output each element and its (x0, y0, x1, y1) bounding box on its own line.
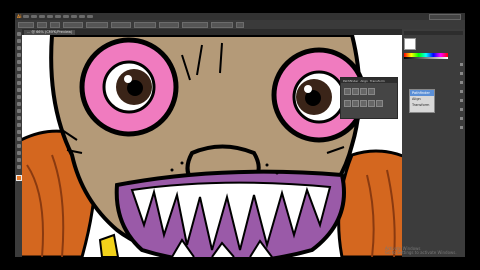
menu-item-file[interactable] (23, 15, 30, 18)
watermark-line-2: Go to Settings to activate Windows. (385, 250, 457, 255)
brushes-icon[interactable] (460, 72, 463, 75)
stroke-weight-dropdown[interactable] (63, 21, 83, 28)
direct-selection-tool-icon[interactable] (16, 39, 21, 43)
exclude-button[interactable] (368, 88, 375, 95)
menu-item-help[interactable] (87, 15, 94, 18)
swatches-icon[interactable] (460, 63, 463, 66)
flyout-item-transform[interactable]: Transform (410, 102, 434, 108)
selection-tool-icon[interactable] (16, 32, 21, 36)
width-tool-icon[interactable] (16, 109, 21, 113)
right-panel-dock (402, 29, 465, 257)
eyedropper-tool-icon[interactable] (16, 137, 21, 141)
trim-button[interactable] (352, 100, 359, 107)
type-tool-icon[interactable] (16, 60, 21, 64)
stroke-icon[interactable] (460, 90, 463, 93)
appearance-icon[interactable] (460, 117, 463, 120)
artwork (22, 35, 402, 257)
panel-tab-align[interactable]: Align (360, 79, 368, 83)
panel-tab-transform[interactable]: Transform (370, 79, 385, 83)
divide-button[interactable] (344, 100, 351, 107)
menu-item-effect[interactable] (63, 15, 70, 18)
menu-item-select[interactable] (55, 15, 62, 18)
rectangle-tool-icon[interactable] (16, 74, 21, 78)
pencil-tool-icon[interactable] (16, 88, 21, 92)
line-tool-icon[interactable] (16, 67, 21, 71)
layers-icon[interactable] (460, 126, 463, 129)
unite-button[interactable] (344, 88, 351, 95)
magic-wand-tool-icon[interactable] (16, 46, 21, 50)
stroke-control[interactable] (50, 21, 60, 28)
zoom-tool-icon[interactable] (16, 165, 21, 169)
yellow-accent (98, 233, 120, 257)
merge-button[interactable] (360, 100, 367, 107)
color-panel-header (404, 31, 463, 35)
menu-bar: Ai (15, 13, 465, 20)
hand-tool-icon[interactable] (16, 158, 21, 162)
menu-item-object[interactable] (39, 15, 46, 18)
crop-button[interactable] (368, 100, 375, 107)
shape-builder-tool-icon[interactable] (16, 123, 21, 127)
pathfinder-panel: Pathfinder Align Transform (340, 77, 398, 119)
variable-width-dropdown[interactable] (86, 21, 108, 28)
grayscale-ramp[interactable] (404, 57, 448, 59)
panel-tab-pathfinder[interactable]: Pathfinder (343, 79, 358, 83)
menu-item-edit[interactable] (31, 15, 38, 18)
tools-panel (15, 29, 22, 257)
style-dropdown[interactable] (159, 21, 179, 28)
fill-control[interactable] (37, 21, 47, 28)
outline-button[interactable] (376, 100, 383, 107)
menu-item-window[interactable] (79, 15, 86, 18)
gradient-icon[interactable] (460, 99, 463, 102)
scale-tool-icon[interactable] (16, 102, 21, 106)
app-logo: Ai (17, 14, 22, 19)
color-fill-box[interactable] (404, 38, 416, 50)
intersect-button[interactable] (360, 88, 367, 95)
arrange-icon[interactable] (236, 21, 244, 28)
illustrator-window: Ai ... @ 66% (CMYK/Preview) Pathfinder A… (15, 13, 465, 257)
activation-watermark: Activate Windows Go to Settings to activ… (385, 247, 457, 255)
opacity-control[interactable] (134, 21, 156, 28)
artboard-tool-icon[interactable] (16, 151, 21, 155)
rotate-tool-icon[interactable] (16, 95, 21, 99)
selection-indicator (18, 21, 34, 28)
menu-item-type[interactable] (47, 15, 54, 18)
paintbrush-tool-icon[interactable] (16, 81, 21, 85)
free-transform-tool-icon[interactable] (16, 116, 21, 120)
panel-flyout-menu: Pathfinder Align Transform (409, 89, 435, 113)
symbols-icon[interactable] (460, 81, 463, 84)
workspace-switcher[interactable] (429, 13, 461, 20)
pathfinder-panel-header: Pathfinder Align Transform (341, 78, 397, 83)
menu-item-view[interactable] (71, 15, 78, 18)
document-setup-button[interactable] (182, 21, 208, 28)
fill-swatch[interactable] (15, 175, 22, 181)
control-bar (15, 20, 465, 29)
artboard-canvas[interactable] (22, 35, 402, 257)
preferences-button[interactable] (211, 21, 233, 28)
gradient-tool-icon[interactable] (16, 130, 21, 134)
pen-tool-icon[interactable] (16, 53, 21, 57)
dock-icon-strip (460, 63, 464, 135)
transparency-icon[interactable] (460, 108, 463, 111)
brush-dropdown[interactable] (111, 21, 131, 28)
minus-front-button[interactable] (352, 88, 359, 95)
blend-tool-icon[interactable] (16, 144, 21, 148)
